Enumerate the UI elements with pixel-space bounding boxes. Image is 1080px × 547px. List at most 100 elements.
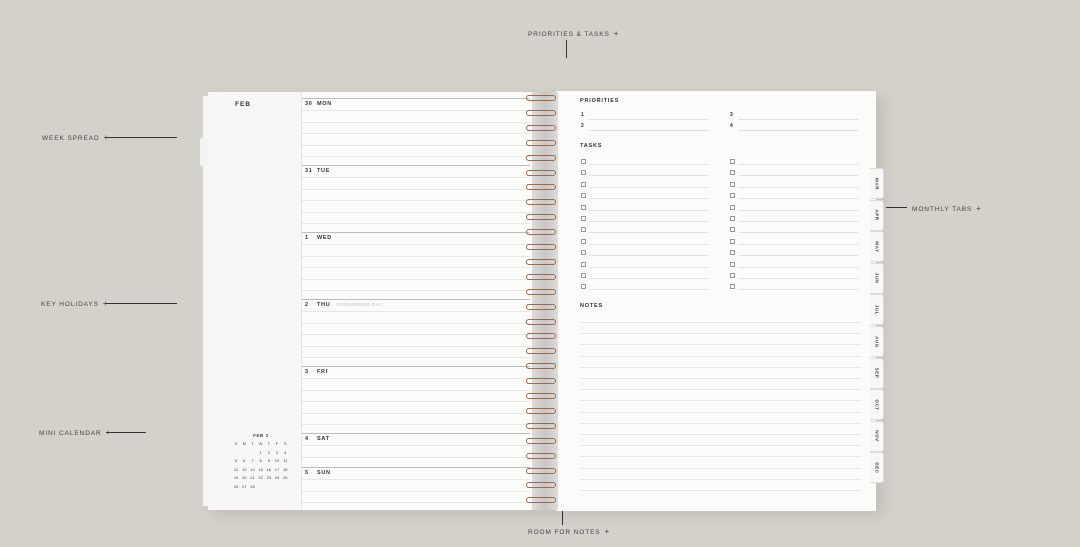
- notes-line: [580, 490, 862, 491]
- task-item[interactable]: [581, 225, 711, 236]
- task-item[interactable]: [581, 157, 711, 168]
- mini-calendar-day: 26: [233, 483, 239, 489]
- notes-line: [580, 378, 862, 379]
- day-block[interactable]: 30 MON: [302, 98, 530, 166]
- writing-line: [302, 424, 530, 425]
- checkbox-icon[interactable]: [581, 238, 586, 244]
- day-block[interactable]: 5 SUN: [302, 467, 530, 511]
- task-item[interactable]: [730, 214, 860, 225]
- mini-calendar: FEB 2 S M T W T F S 1 2 3 4 5 6 7 8 9 10 11 12 13 14 15 16 17 18…: [232, 433, 290, 489]
- checkbox-icon[interactable]: [730, 193, 735, 199]
- checkbox-icon[interactable]: [581, 227, 586, 233]
- day-block[interactable]: 3 FRI: [302, 366, 530, 434]
- day-label: 1 WED: [305, 235, 332, 241]
- task-item[interactable]: [730, 237, 860, 248]
- checkbox-icon[interactable]: [730, 261, 735, 267]
- checkbox-icon[interactable]: [581, 284, 586, 290]
- month-tab-jul[interactable]: JUL: [870, 294, 884, 326]
- task-item[interactable]: [730, 248, 860, 259]
- checkbox-icon[interactable]: [581, 261, 586, 267]
- writing-line: [302, 244, 530, 245]
- spiral-coil: [524, 199, 558, 206]
- mini-calendar-grid: S M T W T F S 1 2 3 4 5 6 7 8 9 10 11 12 13 14 15 16 17 18 19 20 21…: [232, 441, 290, 489]
- checkbox-icon[interactable]: [581, 216, 586, 221]
- mini-calendar-day: 25: [282, 475, 288, 480]
- day-name: FRI: [317, 369, 328, 375]
- month-tab-aug[interactable]: AUG: [870, 326, 884, 357]
- spiral-coil: [524, 363, 558, 370]
- notes-line: [580, 478, 862, 480]
- spiral-coil: [524, 348, 558, 355]
- task-item[interactable]: [581, 248, 711, 259]
- task-item[interactable]: [581, 180, 711, 191]
- checkbox-icon[interactable]: [730, 227, 735, 233]
- day-block[interactable]: 4 SAT: [302, 433, 530, 468]
- tasks-heading: TASKS: [580, 143, 603, 149]
- day-name: WED: [317, 235, 332, 241]
- task-item[interactable]: [730, 157, 860, 168]
- day-number: 1: [305, 235, 309, 241]
- task-item[interactable]: [581, 203, 711, 214]
- checkbox-icon[interactable]: [581, 170, 586, 176]
- checkbox-icon[interactable]: [581, 193, 586, 199]
- checkbox-icon[interactable]: [730, 181, 735, 187]
- task-item[interactable]: [581, 271, 711, 282]
- checkbox-icon[interactable]: [730, 273, 735, 278]
- checkbox-icon[interactable]: [730, 250, 735, 256]
- checkbox-icon[interactable]: [730, 204, 735, 210]
- month-tab-oct[interactable]: OCT: [870, 389, 884, 421]
- checkbox-icon[interactable]: [581, 204, 586, 210]
- task-item[interactable]: [730, 191, 860, 202]
- writing-line: [302, 211, 530, 213]
- checkbox-icon[interactable]: [730, 238, 735, 244]
- task-item[interactable]: [730, 282, 860, 293]
- holiday-label: GROUNDHOG DAY: [336, 302, 383, 307]
- mini-calendar-day: [273, 484, 281, 489]
- task-item[interactable]: [581, 214, 711, 225]
- task-item[interactable]: [581, 168, 711, 179]
- checkbox-icon[interactable]: [581, 159, 586, 164]
- checkbox-icon[interactable]: [730, 170, 735, 176]
- spiral-coil: [524, 169, 558, 177]
- month-tab-label: AUG: [874, 335, 880, 348]
- spiral-coil: [524, 214, 558, 221]
- month-tab-label: MAY: [874, 240, 880, 253]
- task-item[interactable]: [581, 260, 711, 271]
- checkbox-icon[interactable]: [730, 159, 735, 164]
- writing-line: [302, 479, 530, 480]
- month-tab-mar[interactable]: MAR: [870, 168, 884, 199]
- task-item[interactable]: [581, 282, 711, 293]
- notes-line: [580, 389, 862, 391]
- writing-line: [302, 267, 530, 268]
- mini-calendar-day: 1: [259, 449, 262, 455]
- spiral-coil: [524, 109, 558, 117]
- month-tab-nov[interactable]: NOV: [870, 420, 884, 452]
- checkbox-icon[interactable]: [581, 181, 586, 187]
- mini-calendar-day: 22: [258, 475, 263, 480]
- task-item[interactable]: [730, 168, 860, 179]
- checkbox-icon[interactable]: [581, 273, 586, 278]
- task-item[interactable]: [581, 191, 711, 202]
- month-tab-apr[interactable]: APR: [870, 199, 884, 231]
- writing-line: [302, 490, 530, 492]
- month-tab-label: DEC: [874, 462, 880, 474]
- mini-calendar-day: [257, 484, 265, 489]
- writing-line: [302, 502, 530, 503]
- month-tab-may[interactable]: MAY: [870, 231, 884, 263]
- month-tab-sep[interactable]: SEP: [870, 357, 884, 389]
- task-item[interactable]: [730, 180, 860, 191]
- checkbox-icon[interactable]: [730, 284, 735, 290]
- checkbox-icon[interactable]: [730, 216, 735, 221]
- day-block[interactable]: 31 TUE: [302, 165, 530, 233]
- mini-calendar-day: 7: [251, 458, 254, 463]
- task-item[interactable]: [730, 203, 860, 214]
- day-block[interactable]: 2 THU GROUNDHOG DAY: [302, 299, 530, 367]
- month-tab-jun[interactable]: JUN: [870, 262, 884, 294]
- checkbox-icon[interactable]: [581, 250, 586, 256]
- task-item[interactable]: [730, 225, 860, 236]
- month-tab-dec[interactable]: DEC: [870, 452, 884, 484]
- task-item[interactable]: [581, 237, 711, 248]
- task-item[interactable]: [730, 260, 860, 271]
- day-block[interactable]: 1 WED: [302, 232, 530, 300]
- task-item[interactable]: [730, 271, 860, 282]
